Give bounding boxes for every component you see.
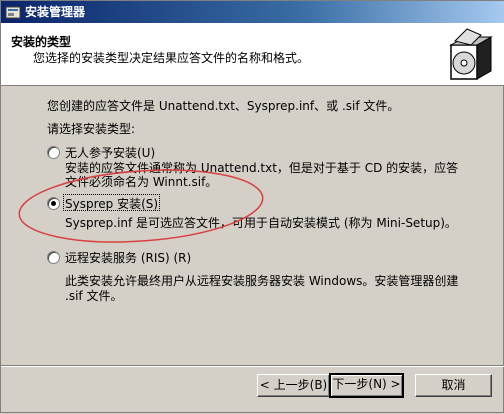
wizard-header: 安装的类型 您选择的安装类型决定结果应答文件的名称和格式。 [1,23,504,86]
option-unattended-desc-2: 文件必须命名为 Winnt.sif。 [65,175,218,189]
option-sysprep-label[interactable]: Sysprep 安装(S) [65,195,158,212]
option-ris-label[interactable]: 远程安装服务 (RIS) (R) [65,249,191,266]
button-separator [1,365,504,367]
prompt-text: 请选择安装类型: [47,122,136,136]
window-title: 安装管理器 [25,5,86,19]
back-button[interactable]: < 上一步(B) [257,374,330,397]
app-icon [5,6,21,19]
intro-text: 您创建的应答文件是 Unattend.txt、Sysprep.inf、或 .si… [47,99,400,113]
radio-sysprep[interactable] [47,197,60,210]
option-sysprep-desc: Sysprep.inf 是可选应答文件，可用于自动安装模式 (称为 Mini-S… [65,216,457,230]
install-disc-box-icon [449,28,493,80]
next-button[interactable]: 下一步(N) > [329,373,404,398]
radio-selected-dot [51,201,56,206]
page-title: 安装的类型 [11,35,72,49]
radio-unattended[interactable] [47,146,60,159]
page-subtitle: 您选择的安装类型决定结果应答文件的名称和格式。 [33,51,310,65]
option-ris-desc-1: 此类安装允许最终用户从远程安装服务器安装 Windows。安装管理器创建 [65,274,459,288]
radio-ris[interactable] [47,251,60,264]
option-ris-desc-2: .sif 文件。 [65,289,123,303]
setup-manager-window: 安装管理器 安装的类型 您选择的安装类型决定结果应答文件的名称和格式。 您创建的… [0,0,504,413]
cancel-button[interactable]: 取消 [415,374,492,397]
title-bar: 安装管理器 [1,1,504,23]
